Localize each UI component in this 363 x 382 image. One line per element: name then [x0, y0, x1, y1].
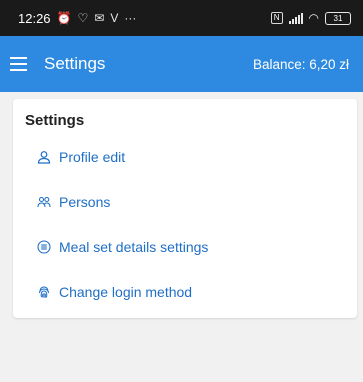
- status-bar: 12:26 ⏰ ♡ ✉ V ··· N ◠ 31: [0, 0, 363, 36]
- menu-item-profile-edit[interactable]: Profile edit: [25, 134, 345, 179]
- more-notifications-icon: ···: [124, 11, 137, 25]
- menu-item-label: Meal set details settings: [59, 238, 209, 255]
- status-right: N ◠ 31: [270, 11, 351, 25]
- menu-item-meal-set-details[interactable]: Meal set details settings: [25, 224, 345, 269]
- status-left: 12:26 ⏰ ♡ ✉ V ···: [18, 11, 136, 26]
- person-icon: [37, 150, 51, 164]
- fingerprint-icon: [37, 285, 51, 299]
- people-icon: [37, 195, 51, 209]
- settings-menu: Profile edit Persons Meal set details se…: [25, 134, 345, 314]
- card-title: Settings: [25, 112, 85, 129]
- list-icon: [37, 239, 51, 254]
- menu-item-persons[interactable]: Persons: [25, 179, 345, 224]
- nfc-icon: N: [270, 12, 283, 24]
- status-time: 12:26: [18, 10, 51, 26]
- hamburger-menu-icon[interactable]: [10, 52, 34, 76]
- battery-icon: 31: [325, 11, 351, 25]
- heart-icon: ♡: [77, 11, 89, 25]
- app-bar: Settings Balance: 6,20 zł: [0, 36, 363, 92]
- menu-item-label: Profile edit: [59, 148, 126, 165]
- alarm-icon: ⏰: [56, 11, 72, 25]
- menu-item-label: Persons: [59, 193, 111, 210]
- settings-card: Settings Profile edit Persons Meal set d…: [13, 99, 357, 318]
- page-title: Settings: [44, 54, 106, 73]
- wifi-icon: ◠: [308, 11, 319, 25]
- menu-item-change-login-method[interactable]: Change login method: [25, 269, 345, 314]
- menu-item-label: Change login method: [59, 283, 193, 300]
- signal-icon: [288, 12, 303, 24]
- balance-display: Balance: 6,20 zł: [252, 56, 349, 72]
- mail-icon: ✉: [94, 11, 105, 25]
- app-notification-icon: V: [110, 11, 119, 25]
